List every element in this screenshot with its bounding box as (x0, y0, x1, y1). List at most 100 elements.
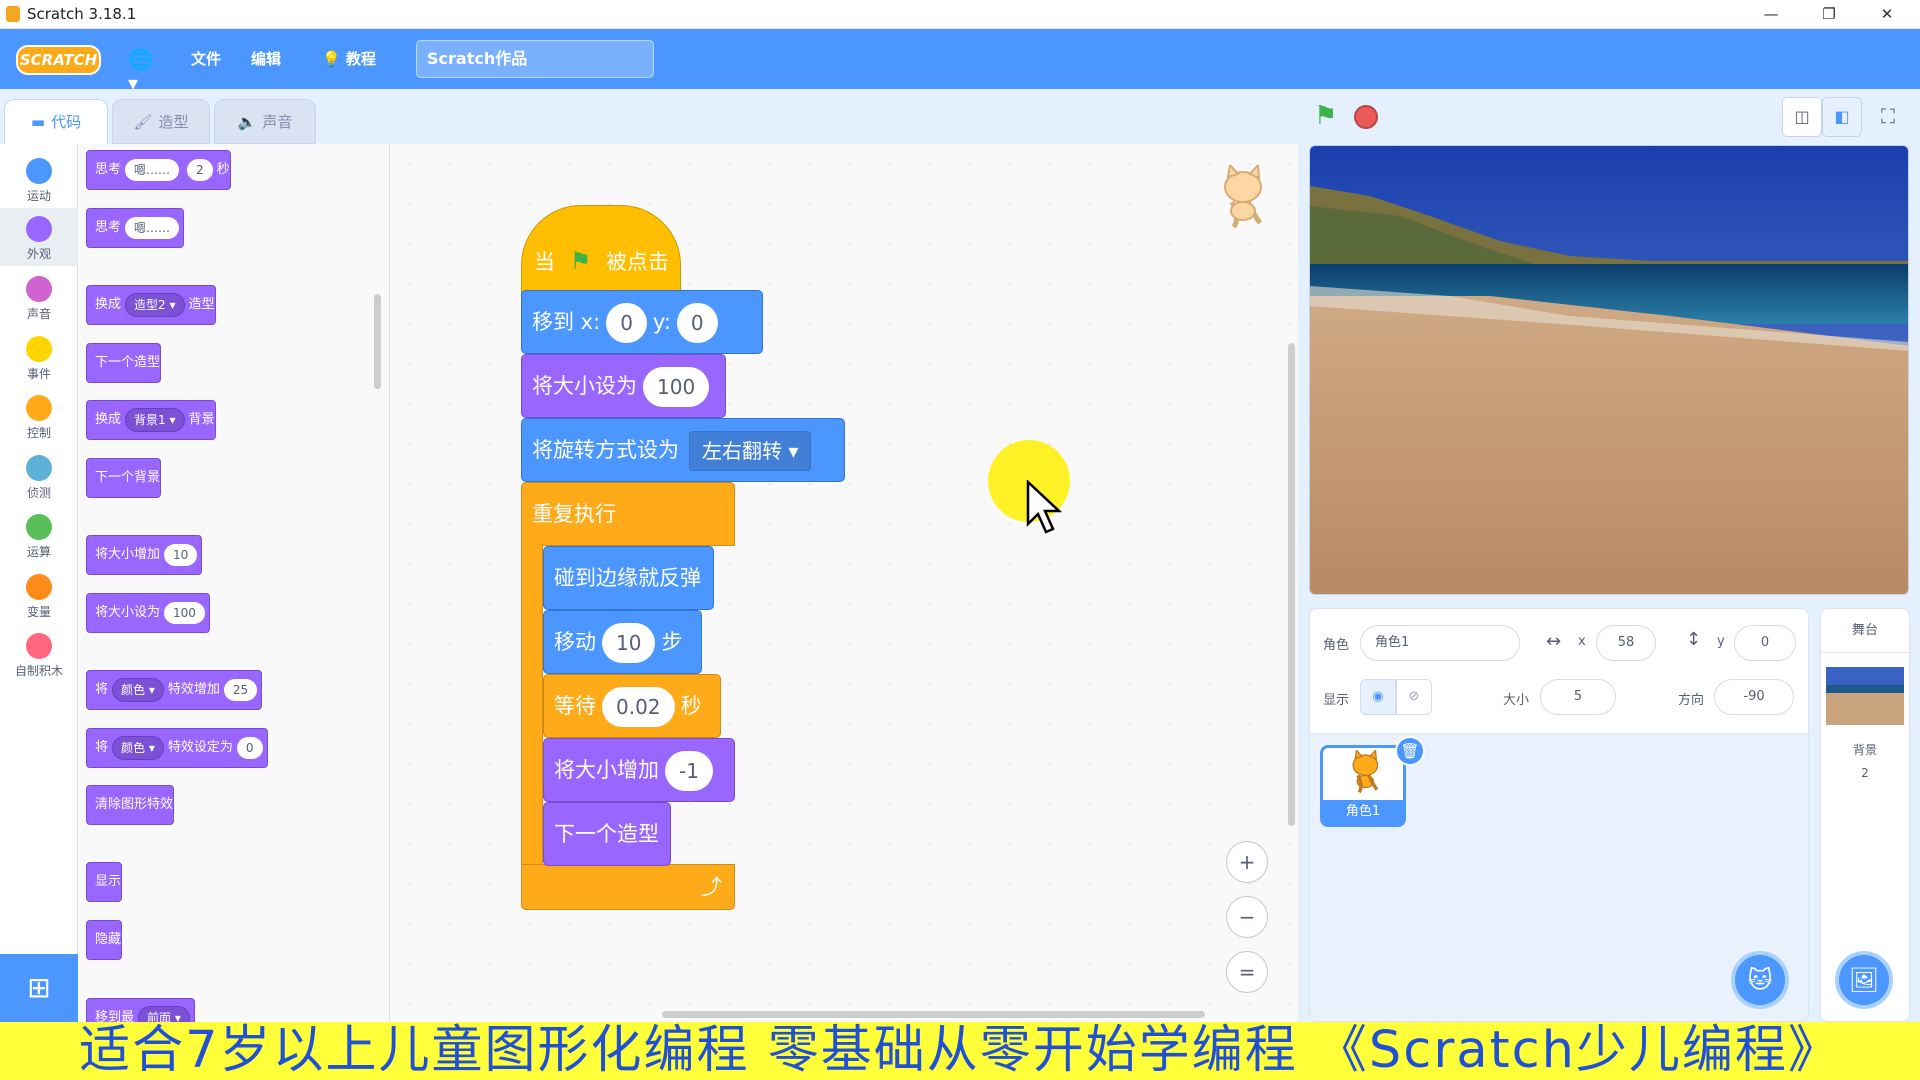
size-input[interactable]: 100 (643, 367, 710, 407)
zoom-reset-button[interactable]: = (1226, 951, 1268, 993)
language-globe-icon[interactable]: 🌐▾ (128, 47, 154, 95)
category-events[interactable]: 事件 (0, 328, 78, 386)
block-input[interactable]: 0 (236, 736, 263, 759)
category-sound[interactable]: 声音 (0, 268, 78, 326)
block-input[interactable]: 25 (223, 678, 258, 701)
workspace-vscrollbar[interactable] (1288, 343, 1295, 826)
block-input[interactable]: 10 (164, 543, 198, 566)
x-input[interactable]: 0 (606, 303, 647, 343)
x-position-input[interactable]: 58 (1596, 625, 1656, 661)
small-stage-button[interactable]: ◫ (1782, 97, 1822, 137)
block-text: 将 (95, 740, 109, 755)
menu-tutorials[interactable]: 💡 教程 (322, 29, 376, 89)
block-input[interactable]: 2 (187, 158, 213, 181)
palette-change-effect[interactable]: 将颜色 ▾ 特效增加 25 (86, 670, 263, 710)
category-looks[interactable]: 外观 (0, 208, 78, 266)
sprite-name-input[interactable]: 角色1 (1360, 625, 1520, 661)
project-title-input[interactable]: Scratch作品 (416, 40, 654, 78)
rotation-style-dropdown[interactable]: 左右翻转 ▾ (689, 431, 812, 471)
category-label: 运算 (26, 545, 51, 559)
promo-banner: 适合7岁以上儿童图形化编程 零基础从零开始学编程 《Scratch少儿编程》 (0, 1022, 1920, 1080)
palette-think[interactable]: 思考 嗯…… (86, 208, 185, 248)
wait-secs-block[interactable]: 等待 0.02 秒 (543, 674, 721, 738)
add-extension-button[interactable]: ⊞ (0, 954, 78, 1022)
bounce-on-edge-block[interactable]: 碰到边缘就反弹 (543, 546, 714, 610)
move-steps-block[interactable]: 移动 10 步 (543, 610, 702, 674)
menu-edit[interactable]: 编辑 (251, 29, 281, 89)
scratch-logo[interactable]: SCRATCH (16, 45, 101, 75)
palette-think-for-secs[interactable]: 思考 嗯…… 2 秒 (86, 150, 231, 190)
zoom-in-button[interactable]: + (1226, 841, 1268, 883)
palette-switch-costume[interactable]: 换成 造型2 ▾ 造型 (86, 285, 216, 325)
block-dropdown[interactable]: 前面 ▾ (138, 1005, 190, 1022)
workspace-hscrollbar[interactable] (662, 1011, 1205, 1018)
green-flag-icon[interactable]: ⚑ (1314, 101, 1337, 131)
large-stage-button[interactable]: ◧ (1822, 97, 1862, 137)
palette-scrollbar[interactable] (374, 294, 381, 389)
palette-set-effect[interactable]: 将颜色 ▾ 特效设定为 0 (86, 728, 268, 768)
palette-hide[interactable]: 隐藏 (86, 920, 123, 960)
size-input[interactable]: 5 (1540, 679, 1616, 715)
trash-icon: 🗑 (1400, 742, 1420, 760)
block-input[interactable]: 嗯…… (125, 216, 180, 239)
tab-code[interactable]: ▬ 代码 (4, 99, 108, 144)
block-dropdown[interactable]: 颜色 ▾ (112, 735, 164, 760)
palette-switch-backdrop[interactable]: 换成 背景1 ▾ 背景 (86, 400, 216, 440)
palette-goto-layer[interactable]: 移到最 前面 ▾ (86, 998, 195, 1022)
green-flag-icon: ⚑ (569, 247, 592, 275)
category-motion[interactable]: 运动 (0, 150, 78, 208)
block-input[interactable]: 嗯…… (125, 158, 180, 181)
palette-show[interactable]: 显示 (86, 862, 123, 902)
block-input[interactable]: 100 (164, 601, 205, 624)
show-hidden-button[interactable]: ⊘ (1396, 679, 1432, 715)
y-input[interactable]: 0 (676, 303, 718, 343)
choose-backdrop-button[interactable]: 🖼 (1835, 951, 1893, 1009)
palette-next-backdrop[interactable]: 下一个背景 (86, 458, 162, 498)
sprite-info-panel: 角色 角色1 ↔ x 58 ↕ y 0 显示 ◉ ⊘ 大小 5 方向 -90 角… (1309, 608, 1810, 1022)
palette-next-costume[interactable]: 下一个造型 (86, 343, 162, 383)
category-my-blocks[interactable]: 自制积木 (0, 625, 78, 683)
block-dropdown[interactable]: 颜色 ▾ (112, 677, 164, 702)
steps-input[interactable]: 10 (602, 623, 656, 663)
set-rotation-style-block[interactable]: 将旋转方式设为 左右翻转 ▾ (521, 418, 845, 482)
goto-xy-block[interactable]: 移到 x: 0 y: 0 (521, 290, 763, 354)
tab-sounds[interactable]: 🔈 声音 (214, 99, 316, 144)
tab-costumes[interactable]: 🖌 造型 (112, 99, 210, 144)
show-visible-button[interactable]: ◉ (1360, 679, 1396, 715)
stage-canvas[interactable] (1309, 145, 1909, 595)
category-operators[interactable]: 运算 (0, 506, 78, 564)
scratch-app-icon (6, 6, 20, 22)
forever-block[interactable]: 重复执行 (521, 482, 735, 546)
size-change-input[interactable]: -1 (665, 751, 713, 791)
change-size-block[interactable]: 将大小增加 -1 (543, 738, 735, 802)
set-size-block[interactable]: 将大小设为 100 (521, 354, 726, 418)
category-variables[interactable]: 变量 (0, 566, 78, 624)
close-button[interactable]: ✕ (1862, 2, 1912, 26)
block-dropdown[interactable]: 造型2 ▾ (125, 292, 185, 317)
direction-input[interactable]: -90 (1714, 679, 1794, 715)
next-costume-block[interactable]: 下一个造型 (543, 802, 671, 866)
block-text: 思考 (95, 162, 122, 177)
palette-clear-effects[interactable]: 清除图形特效 (86, 785, 175, 825)
when-flag-clicked-block[interactable]: 当 ⚑ 被点击 (521, 205, 681, 299)
y-position-input[interactable]: 0 (1734, 625, 1796, 661)
block-text: 被点击 (605, 250, 669, 274)
delete-sprite-button[interactable]: 🗑 (1395, 736, 1425, 766)
seconds-input[interactable]: 0.02 (602, 687, 675, 727)
stage-selector[interactable]: 舞台 背景 2 🖼 (1820, 608, 1910, 1022)
small-stage-icon: ◫ (1794, 107, 1810, 126)
minimize-button[interactable]: — (1746, 2, 1796, 26)
block-dropdown[interactable]: 背景1 ▾ (125, 407, 185, 432)
menu-file[interactable]: 文件 (191, 29, 221, 89)
zoom-out-button[interactable]: − (1226, 896, 1268, 938)
palette-set-size[interactable]: 将大小设为 100 (86, 593, 210, 633)
category-label: 侦测 (26, 486, 51, 500)
palette-change-size[interactable]: 将大小增加 10 (86, 535, 203, 575)
stop-icon[interactable] (1354, 105, 1378, 129)
fullscreen-button[interactable]: ⛶ (1868, 97, 1908, 137)
sprite-tile[interactable]: 角色1 🗑 (1320, 736, 1425, 827)
category-sensing[interactable]: 侦测 (0, 447, 78, 505)
choose-sprite-button[interactable]: 🐱 (1731, 951, 1789, 1009)
category-control[interactable]: 控制 (0, 387, 78, 445)
restore-button[interactable]: ❐ (1804, 2, 1854, 26)
